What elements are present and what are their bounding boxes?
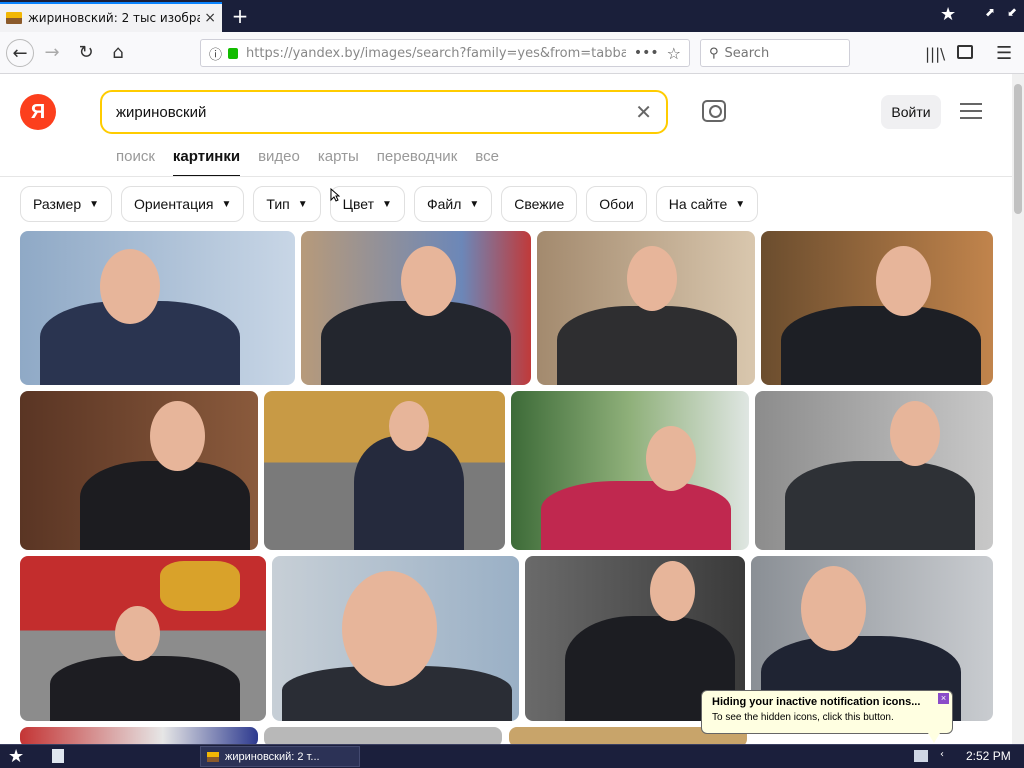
back-icon[interactable]: ← [6,39,34,67]
bookmark-star-icon[interactable]: ☆ [667,44,681,63]
login-button[interactable]: Войти [881,95,941,129]
tab-video[interactable]: видео [258,148,300,177]
chevron-down-icon: ▼ [735,198,746,210]
search-box[interactable]: жириновский ✕ [100,90,668,134]
taskbar-task-button[interactable]: жириновский: 2 т... [200,746,360,767]
image-result[interactable] [761,231,993,385]
image-result[interactable] [272,556,519,721]
search-query[interactable]: жириновский [116,104,635,121]
tab-search[interactable]: поиск [116,148,155,177]
start-icon[interactable]: ★ [8,746,24,767]
library-icon[interactable]: |||\ [925,45,945,63]
url-text[interactable]: https://yandex.by/images/search?family=y… [246,46,626,61]
filter-fresh[interactable]: Свежие [501,186,578,222]
yandex-logo[interactable]: Я [20,94,56,130]
notification-balloon[interactable]: Hiding your inactive notification icons.… [701,690,953,734]
close-icon[interactable]: × [938,693,949,704]
search-icon: ⚲ [709,45,719,61]
filter-label: Файл [426,196,462,212]
new-tab-button[interactable]: + [226,4,254,28]
scrollbar-thumb[interactable] [1014,84,1022,214]
keyboard-icon[interactable] [914,750,928,762]
mouse-cursor-icon [330,188,340,202]
chevron-down-icon: ▼ [89,198,100,210]
chevron-down-icon: ▼ [221,198,232,210]
chevron-down-icon: ▼ [469,198,480,210]
notification-body: To see the hidden icons, click this butt… [712,712,894,723]
task-favicon [207,751,219,762]
reload-icon[interactable]: ↻ [72,39,100,67]
image-result[interactable] [755,391,993,550]
lock-icon [228,47,239,59]
filter-wallpapers[interactable]: Обои [586,186,647,222]
url-bar[interactable]: ⓘ https://yandex.by/images/search?family… [200,39,690,67]
tab-all[interactable]: все [475,148,499,177]
forward-icon[interactable]: → [38,39,66,67]
filter-file[interactable]: Файл ▼ [413,186,493,222]
clock[interactable]: 2:52 PM [966,749,1011,763]
clear-icon[interactable]: ✕ [635,100,652,124]
filter-orientation[interactable]: Ориентация ▼ [121,186,245,222]
filter-label: Обои [599,196,634,212]
window-resize-icon-2[interactable]: ⬋ [1006,6,1018,18]
image-result[interactable] [537,231,755,385]
sidebar-icon[interactable] [957,45,973,59]
window-controls: ⬈ ⬋ [984,6,1018,18]
browser-search-input[interactable] [724,45,825,61]
navigation-toolbar: ← → ↻ ⌂ ⓘ https://yandex.by/images/searc… [0,32,1024,74]
hamburger-icon[interactable] [960,103,982,119]
filter-label: Тип [266,196,290,212]
home-icon[interactable]: ⌂ [104,39,132,67]
vertical-scrollbar[interactable] [1012,74,1024,744]
download-icon[interactable] [52,749,64,763]
notification-title: Hiding your inactive notification icons.… [712,696,921,708]
image-result[interactable] [301,231,531,385]
filter-label: Размер [33,196,82,212]
filter-label: На сайте [668,196,728,212]
tab-yandex-images[interactable]: жириновский: 2 тыс изображен × [0,2,222,32]
tab-translator[interactable]: переводчик [377,148,457,177]
filter-bar: Размер ▼ Ориентация ▼ Тип ▼ Цвет ▼ Файл ▼ Све… [20,186,759,222]
header-divider [0,176,1012,177]
menu-icon[interactable]: ☰ [996,43,1012,64]
tab-favicon [6,12,22,24]
chevron-down-icon: ▼ [382,198,392,210]
filter-label: Цвет [342,196,375,212]
browser-search-box[interactable]: ⚲ [700,39,850,67]
title-bar: жириновский: 2 тыс изображен × + ★ ⬈ ⬋ [0,0,1024,32]
notification-tail [928,733,940,743]
image-result[interactable] [264,391,505,550]
chevron-down-icon: ▼ [297,198,308,210]
taskbar: ★ жириновский: 2 т... ‹ 2:52 PM [0,744,1024,768]
image-result[interactable] [20,231,295,385]
filter-type[interactable]: Тип ▼ [253,186,321,222]
search-verticals: поиск картинки видео карты переводчик вс… [116,148,499,177]
window-resize-icon[interactable]: ⬈ [984,6,996,18]
image-result[interactable] [511,391,749,550]
filter-label: Свежие [514,196,565,212]
filter-on-site[interactable]: На сайте ▼ [655,186,759,222]
site-info-icon[interactable]: ⓘ [209,44,222,63]
tab-maps[interactable]: карты [318,148,359,177]
tab-close-icon[interactable]: × [204,10,216,26]
image-result[interactable] [20,391,258,550]
tray-arrow-icon[interactable]: ‹ [940,749,944,760]
task-label: жириновский: 2 т... [225,750,320,763]
tab-images[interactable]: картинки [172,148,241,177]
camera-icon[interactable] [702,100,726,122]
image-result[interactable] [20,556,266,721]
filter-color[interactable]: Цвет ▼ [329,186,405,222]
filter-size[interactable]: Размер ▼ [20,186,113,222]
page-actions-icon[interactable]: ••• [634,45,659,61]
star-icon: ★ [940,4,957,25]
tab-title: жириновский: 2 тыс изображен [28,11,201,25]
filter-label: Ориентация [134,196,214,212]
